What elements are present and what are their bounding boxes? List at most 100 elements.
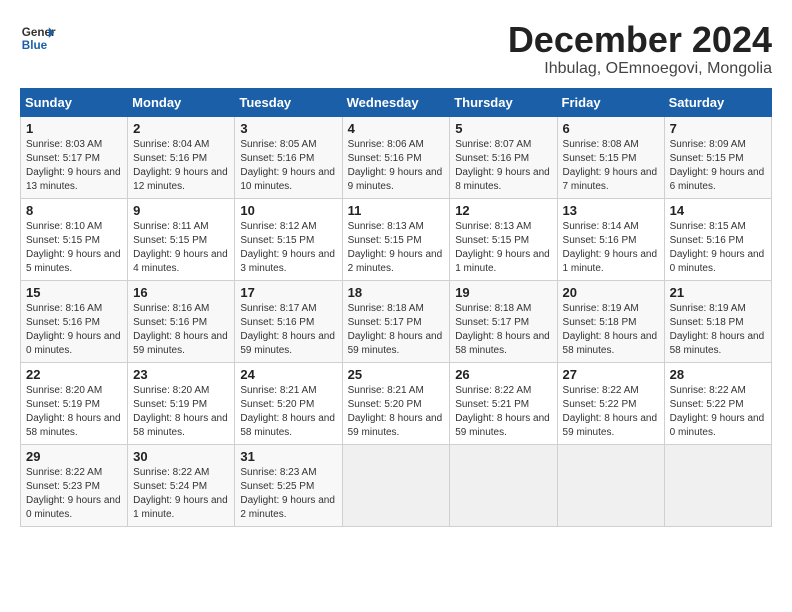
calendar-cell: 2 Sunrise: 8:04 AMSunset: 5:16 PMDaylight… xyxy=(128,116,235,198)
calendar-cell: 1Sunrise: 8:03 AMSunset: 5:17 PMDaylight… xyxy=(21,116,128,198)
calendar-cell: 15Sunrise: 8:16 AMSunset: 5:16 PMDayligh… xyxy=(21,280,128,362)
day-detail: Sunrise: 8:22 AMSunset: 5:24 PMDaylight:… xyxy=(133,466,229,522)
day-number: 27 xyxy=(563,367,659,382)
day-number: 23 xyxy=(133,367,229,382)
day-number: 17 xyxy=(240,285,336,300)
day-number: 21 xyxy=(670,285,766,300)
day-number: 30 xyxy=(133,449,229,464)
day-detail: Sunrise: 8:22 AMSunset: 5:23 PMDaylight:… xyxy=(26,466,122,522)
week-row-3: 15Sunrise: 8:16 AMSunset: 5:16 PMDayligh… xyxy=(21,280,772,362)
day-detail: Sunrise: 8:08 AMSunset: 5:15 PMDaylight:… xyxy=(563,138,659,194)
week-row-2: 8 Sunrise: 8:10 AMSunset: 5:15 PMDaylight… xyxy=(21,198,772,280)
day-number: 2 xyxy=(133,121,229,136)
calendar-cell: 18Sunrise: 8:18 AMSunset: 5:17 PMDayligh… xyxy=(342,280,450,362)
calendar-cell: 26 Sunrise: 8:22 AMSunset: 5:21 PMDayligh… xyxy=(450,362,557,444)
week-row-1: 1Sunrise: 8:03 AMSunset: 5:17 PMDaylight… xyxy=(21,116,772,198)
calendar-cell: 29 Sunrise: 8:22 AMSunset: 5:23 PMDayligh… xyxy=(21,444,128,526)
calendar-cell: 7 Sunrise: 8:09 AMSunset: 5:15 PMDaylight… xyxy=(664,116,771,198)
week-row-5: 29 Sunrise: 8:22 AMSunset: 5:23 PMDayligh… xyxy=(21,444,772,526)
day-number: 1 xyxy=(26,121,122,136)
day-number: 12 xyxy=(455,203,551,218)
day-detail: Sunrise: 8:22 AMSunset: 5:22 PMDaylight:… xyxy=(563,384,659,440)
day-number: 14 xyxy=(670,203,766,218)
subtitle: Ihbulag, OEmnoegovi, Mongolia xyxy=(508,60,772,78)
day-number: 29 xyxy=(26,449,122,464)
day-detail: Sunrise: 8:14 AMSunset: 5:16 PMDaylight:… xyxy=(563,220,659,276)
calendar-cell: 8 Sunrise: 8:10 AMSunset: 5:15 PMDaylight… xyxy=(21,198,128,280)
header-day-wednesday: Wednesday xyxy=(342,88,450,116)
day-number: 13 xyxy=(563,203,659,218)
day-detail: Sunrise: 8:06 AMSunset: 5:16 PMDaylight:… xyxy=(348,138,445,194)
week-row-4: 22Sunrise: 8:20 AMSunset: 5:19 PMDayligh… xyxy=(21,362,772,444)
calendar-cell: 28Sunrise: 8:22 AMSunset: 5:22 PMDayligh… xyxy=(664,362,771,444)
calendar-cell: 6Sunrise: 8:08 AMSunset: 5:15 PMDaylight… xyxy=(557,116,664,198)
calendar-cell: 20 Sunrise: 8:19 AMSunset: 5:18 PMDayligh… xyxy=(557,280,664,362)
title-block: December 2024 Ihbulag, OEmnoegovi, Mongo… xyxy=(508,20,772,78)
day-detail: Sunrise: 8:18 AMSunset: 5:17 PMDaylight:… xyxy=(348,302,445,358)
day-number: 20 xyxy=(563,285,659,300)
calendar-cell: 22Sunrise: 8:20 AMSunset: 5:19 PMDayligh… xyxy=(21,362,128,444)
calendar-cell: 21 Sunrise: 8:19 AMSunset: 5:18 PMDayligh… xyxy=(664,280,771,362)
calendar-cell: 12 Sunrise: 8:13 AMSunset: 5:15 PMDayligh… xyxy=(450,198,557,280)
calendar-cell: 16Sunrise: 8:16 AMSunset: 5:16 PMDayligh… xyxy=(128,280,235,362)
day-number: 7 xyxy=(670,121,766,136)
calendar-cell: 23 Sunrise: 8:20 AMSunset: 5:19 PMDayligh… xyxy=(128,362,235,444)
day-number: 5 xyxy=(455,121,551,136)
page-header: General Blue December 2024 Ihbulag, OEmn… xyxy=(20,20,772,78)
day-detail: Sunrise: 8:19 AMSunset: 5:18 PMDaylight:… xyxy=(563,302,659,358)
svg-text:Blue: Blue xyxy=(22,39,48,52)
day-number: 16 xyxy=(133,285,229,300)
day-detail: Sunrise: 8:07 AMSunset: 5:16 PMDaylight:… xyxy=(455,138,551,194)
day-detail: Sunrise: 8:09 AMSunset: 5:15 PMDaylight:… xyxy=(670,138,766,194)
day-detail: Sunrise: 8:20 AMSunset: 5:19 PMDaylight:… xyxy=(133,384,229,440)
calendar-cell: 30 Sunrise: 8:22 AMSunset: 5:24 PMDayligh… xyxy=(128,444,235,526)
day-detail: Sunrise: 8:18 AMSunset: 5:17 PMDaylight:… xyxy=(455,302,551,358)
logo: General Blue xyxy=(20,20,56,56)
day-number: 11 xyxy=(348,203,445,218)
day-detail: Sunrise: 8:12 AMSunset: 5:15 PMDaylight:… xyxy=(240,220,336,276)
day-detail: Sunrise: 8:21 AMSunset: 5:20 PMDaylight:… xyxy=(240,384,336,440)
day-detail: Sunrise: 8:17 AMSunset: 5:16 PMDaylight:… xyxy=(240,302,336,358)
day-number: 4 xyxy=(348,121,445,136)
day-number: 19 xyxy=(455,285,551,300)
calendar-cell xyxy=(557,444,664,526)
header-day-sunday: Sunday xyxy=(21,88,128,116)
day-detail: Sunrise: 8:04 AMSunset: 5:16 PMDaylight:… xyxy=(133,138,229,194)
day-detail: Sunrise: 8:13 AMSunset: 5:15 PMDaylight:… xyxy=(455,220,551,276)
day-detail: Sunrise: 8:22 AMSunset: 5:21 PMDaylight:… xyxy=(455,384,551,440)
calendar-cell: 25Sunrise: 8:21 AMSunset: 5:20 PMDayligh… xyxy=(342,362,450,444)
day-detail: Sunrise: 8:10 AMSunset: 5:15 PMDaylight:… xyxy=(26,220,122,276)
calendar-cell: 9Sunrise: 8:11 AMSunset: 5:15 PMDaylight… xyxy=(128,198,235,280)
day-detail: Sunrise: 8:15 AMSunset: 5:16 PMDaylight:… xyxy=(670,220,766,276)
header-row: SundayMondayTuesdayWednesdayThursdayFrid… xyxy=(21,88,772,116)
calendar-cell: 17 Sunrise: 8:17 AMSunset: 5:16 PMDayligh… xyxy=(235,280,342,362)
day-detail: Sunrise: 8:19 AMSunset: 5:18 PMDaylight:… xyxy=(670,302,766,358)
header-day-thursday: Thursday xyxy=(450,88,557,116)
calendar-cell: 3 Sunrise: 8:05 AMSunset: 5:16 PMDaylight… xyxy=(235,116,342,198)
header-day-friday: Friday xyxy=(557,88,664,116)
day-number: 26 xyxy=(455,367,551,382)
calendar-cell: 4 Sunrise: 8:06 AMSunset: 5:16 PMDaylight… xyxy=(342,116,450,198)
day-detail: Sunrise: 8:11 AMSunset: 5:15 PMDaylight:… xyxy=(133,220,229,276)
calendar-cell xyxy=(450,444,557,526)
calendar-cell: 11Sunrise: 8:13 AMSunset: 5:15 PMDayligh… xyxy=(342,198,450,280)
calendar-cell xyxy=(342,444,450,526)
day-detail: Sunrise: 8:05 AMSunset: 5:16 PMDaylight:… xyxy=(240,138,336,194)
logo-icon: General Blue xyxy=(20,20,56,56)
day-number: 10 xyxy=(240,203,336,218)
calendar-cell: 10 Sunrise: 8:12 AMSunset: 5:15 PMDayligh… xyxy=(235,198,342,280)
day-number: 24 xyxy=(240,367,336,382)
calendar-cell xyxy=(664,444,771,526)
calendar-cell: 5 Sunrise: 8:07 AMSunset: 5:16 PMDaylight… xyxy=(450,116,557,198)
header-day-tuesday: Tuesday xyxy=(235,88,342,116)
calendar-cell: 19 Sunrise: 8:18 AMSunset: 5:17 PMDayligh… xyxy=(450,280,557,362)
day-detail: Sunrise: 8:21 AMSunset: 5:20 PMDaylight:… xyxy=(348,384,445,440)
month-title: December 2024 xyxy=(508,20,772,60)
day-detail: Sunrise: 8:16 AMSunset: 5:16 PMDaylight:… xyxy=(26,302,122,358)
day-number: 3 xyxy=(240,121,336,136)
calendar-cell: 27 Sunrise: 8:22 AMSunset: 5:22 PMDayligh… xyxy=(557,362,664,444)
calendar-cell: 31Sunrise: 8:23 AMSunset: 5:25 PMDayligh… xyxy=(235,444,342,526)
day-detail: Sunrise: 8:22 AMSunset: 5:22 PMDaylight:… xyxy=(670,384,766,440)
day-number: 8 xyxy=(26,203,122,218)
calendar-cell: 14 Sunrise: 8:15 AMSunset: 5:16 PMDayligh… xyxy=(664,198,771,280)
